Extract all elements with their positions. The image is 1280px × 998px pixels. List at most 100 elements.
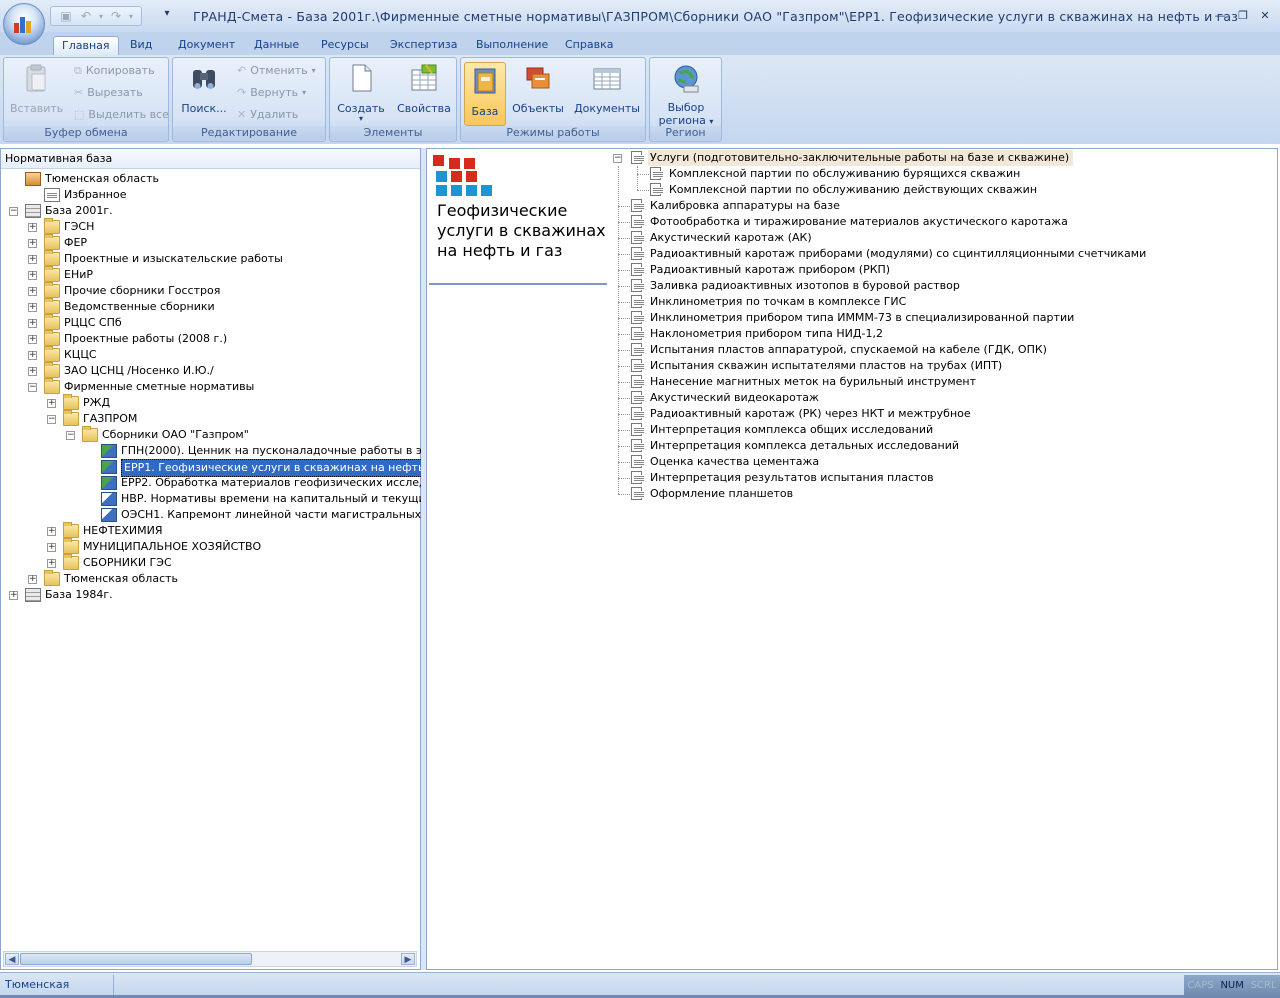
section-item-label: Интерпретация результатов испытания плас… bbox=[650, 471, 934, 484]
expand-icon[interactable]: + bbox=[28, 303, 37, 312]
base-mode-button[interactable]: База bbox=[464, 62, 506, 126]
expand-icon[interactable]: + bbox=[47, 399, 56, 408]
tree-item-label: Избранное bbox=[64, 188, 127, 201]
documents-icon bbox=[593, 68, 621, 90]
expand-icon[interactable]: + bbox=[28, 351, 37, 360]
collapse-icon[interactable]: − bbox=[9, 207, 18, 216]
close-icon[interactable]: ✕ bbox=[1255, 8, 1275, 24]
scroll-left-icon[interactable]: ◀ bbox=[5, 953, 19, 965]
section-document-icon bbox=[631, 407, 644, 420]
delete-button[interactable]: ✕ Удалить bbox=[237, 105, 298, 125]
section-document-icon bbox=[631, 327, 644, 340]
tab-expertise[interactable]: Экспертиза bbox=[382, 36, 465, 55]
section-document-icon bbox=[631, 279, 644, 292]
minimize-icon[interactable]: — bbox=[1210, 8, 1230, 24]
select-all-button[interactable]: ⬚ Выделить все bbox=[74, 105, 169, 125]
expand-icon[interactable]: + bbox=[47, 527, 56, 536]
select-all-icon: ⬚ bbox=[74, 108, 85, 121]
redo-icon[interactable]: ↷ bbox=[107, 8, 125, 24]
properties-button[interactable]: Свойства bbox=[394, 62, 454, 115]
section-item-label: Интерпретация комплекса детальных исслед… bbox=[650, 439, 960, 452]
caps-indicator: CAPS bbox=[1187, 979, 1214, 991]
app-menu-button[interactable] bbox=[3, 3, 45, 45]
horizontal-scrollbar[interactable]: ◀ ▶ bbox=[3, 951, 417, 967]
copy-button[interactable]: ⧉ Копировать bbox=[74, 61, 155, 81]
undo-button[interactable]: ↶ Отменить ▾ bbox=[237, 61, 316, 81]
folder-icon bbox=[63, 554, 79, 570]
section-document-icon bbox=[631, 215, 644, 228]
expand-icon[interactable]: + bbox=[28, 239, 37, 248]
section-item-label: Комплексной партии по обслуживанию бурящ… bbox=[669, 167, 1021, 180]
folder-icon bbox=[44, 346, 60, 362]
expand-icon[interactable]: + bbox=[28, 255, 37, 264]
section-document-icon bbox=[631, 231, 644, 244]
section-item-label: Заливка радиоактивных изотопов в буровой… bbox=[650, 279, 960, 292]
save-icon[interactable]: ▣ bbox=[57, 8, 75, 24]
tab-help[interactable]: Справка bbox=[557, 36, 621, 55]
folder-icon bbox=[63, 522, 79, 538]
section-item-label: Испытания пластов аппаратурой, спускаемо… bbox=[650, 343, 1047, 356]
customize-qat-icon[interactable]: ▾ bbox=[160, 8, 174, 24]
tree-item-label: Сборники ОАО "Газпром" bbox=[102, 428, 249, 441]
objects-mode-button[interactable]: Объекты bbox=[509, 62, 567, 115]
section-document-icon bbox=[631, 151, 644, 164]
section-item-label: Интерпретация комплекса общих исследован… bbox=[650, 423, 934, 436]
grand-logo-icon bbox=[431, 155, 492, 199]
tab-view[interactable]: Вид bbox=[122, 36, 160, 55]
section-item-label: Оценка качества цементажа bbox=[650, 455, 820, 468]
expand-icon[interactable]: + bbox=[28, 287, 37, 296]
select-region-button[interactable]: Выбор региона ▾ bbox=[654, 62, 718, 129]
base-folder-icon bbox=[474, 68, 496, 94]
section-item-label: Инклинометрия прибором типа ИМММ-73 в сп… bbox=[650, 311, 1075, 324]
tab-execution[interactable]: Выполнение bbox=[468, 36, 556, 55]
cut-button[interactable]: ✂ Вырезать bbox=[74, 83, 143, 103]
expand-icon[interactable]: + bbox=[47, 543, 56, 552]
tab-resources[interactable]: Ресурсы bbox=[313, 36, 377, 55]
expand-icon[interactable]: + bbox=[28, 271, 37, 280]
undo-icon: ↶ bbox=[237, 64, 247, 77]
expand-icon[interactable]: + bbox=[9, 591, 18, 600]
section-item-label: Радиоактивный каротаж прибором (РКП) bbox=[650, 263, 891, 276]
section-document-icon bbox=[631, 199, 644, 212]
collapse-icon[interactable]: − bbox=[47, 415, 56, 424]
region-icon bbox=[25, 172, 41, 186]
undo-icon[interactable]: ↶ bbox=[77, 8, 95, 24]
scroll-right-icon[interactable]: ▶ bbox=[401, 953, 415, 965]
expand-icon[interactable]: + bbox=[28, 319, 37, 328]
folder-icon bbox=[44, 250, 60, 266]
status-indicators: CAPS NUM SCRL bbox=[1184, 975, 1280, 995]
tree-connector bbox=[618, 494, 630, 495]
scroll-thumb[interactable] bbox=[20, 953, 252, 965]
section-document-icon bbox=[631, 359, 644, 372]
tree-connector bbox=[618, 350, 630, 351]
collapse-icon[interactable]: − bbox=[613, 154, 622, 163]
tree-item-label: ГАЗПРОМ bbox=[83, 412, 138, 425]
tree-item-label: ГПН(2000). Ценник на пусконаладочные раб… bbox=[121, 444, 463, 457]
collapse-icon[interactable]: − bbox=[66, 431, 75, 440]
tab-document[interactable]: Документ bbox=[170, 36, 243, 55]
expand-icon[interactable]: + bbox=[28, 223, 37, 232]
expand-icon[interactable]: + bbox=[47, 559, 56, 568]
tree-item-label: Проектные и изыскательские работы bbox=[64, 252, 283, 265]
redo-button[interactable]: ↷ Вернуть ▾ bbox=[237, 83, 306, 103]
create-button[interactable]: Создать ▾ bbox=[334, 62, 388, 123]
search-button[interactable]: Поиск... bbox=[179, 62, 229, 115]
normative-base-panel: Нормативная база Тюменская область Избран… bbox=[0, 148, 465, 970]
expand-icon[interactable]: + bbox=[28, 575, 37, 584]
folder-icon bbox=[44, 378, 60, 394]
redo-dropdown-icon[interactable]: ▾ bbox=[127, 8, 135, 24]
documents-mode-button[interactable]: Документы bbox=[573, 62, 641, 115]
section-document-icon bbox=[650, 167, 663, 180]
section-item-label: Комплексной партии по обслуживанию дейст… bbox=[669, 183, 1038, 196]
expand-icon[interactable]: + bbox=[28, 335, 37, 344]
restore-icon[interactable]: ❐ bbox=[1233, 8, 1253, 24]
undo-dropdown-icon[interactable]: ▾ bbox=[97, 8, 105, 24]
expand-icon[interactable]: + bbox=[28, 367, 37, 376]
tab-home[interactable]: Главная bbox=[53, 36, 119, 55]
folder-icon bbox=[44, 234, 60, 250]
group-region: Выбор региона ▾ Регион bbox=[649, 57, 722, 142]
paste-button[interactable]: Вставить bbox=[10, 62, 63, 115]
tab-data[interactable]: Данные bbox=[246, 36, 307, 55]
collapse-icon[interactable]: − bbox=[28, 383, 37, 392]
panel-header: Нормативная база bbox=[1, 149, 420, 169]
